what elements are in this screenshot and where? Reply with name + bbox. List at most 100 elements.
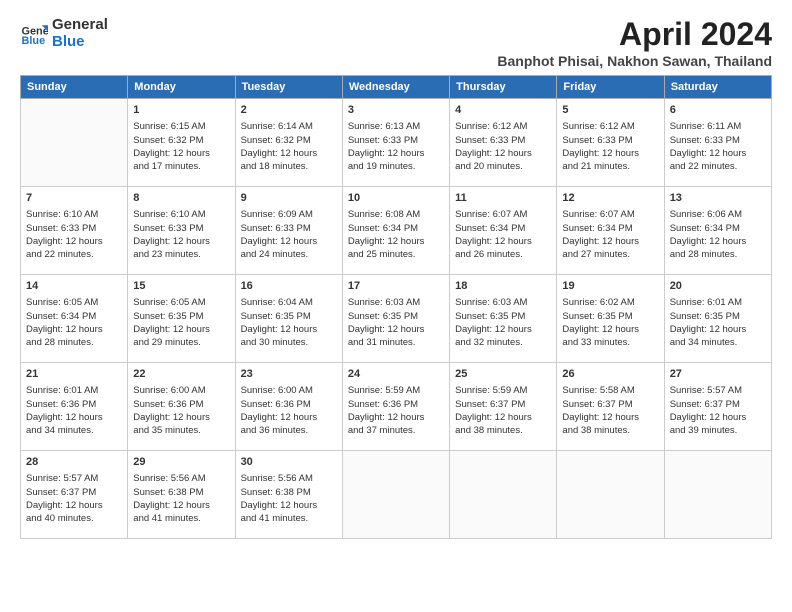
day-number: 23: [241, 367, 337, 382]
day-info: Sunrise: 6:04 AM Sunset: 6:35 PM Dayligh…: [241, 296, 337, 349]
calendar-cell: 16 Sunrise: 6:04 AM Sunset: 6:35 PM Dayli…: [235, 275, 342, 363]
day-number: 6: [670, 103, 766, 118]
day-info: Sunrise: 6:10 AM Sunset: 6:33 PM Dayligh…: [26, 208, 122, 261]
day-info: Sunrise: 6:00 AM Sunset: 6:36 PM Dayligh…: [133, 384, 229, 437]
logo-general: General: [52, 16, 108, 33]
day-info: Sunrise: 5:59 AM Sunset: 6:37 PM Dayligh…: [455, 384, 551, 437]
day-info: Sunrise: 6:03 AM Sunset: 6:35 PM Dayligh…: [455, 296, 551, 349]
calendar-cell: 25 Sunrise: 5:59 AM Sunset: 6:37 PM Dayli…: [450, 363, 557, 451]
calendar-cell: 6 Sunrise: 6:11 AM Sunset: 6:33 PM Daylig…: [664, 99, 771, 187]
day-info: Sunrise: 6:07 AM Sunset: 6:34 PM Dayligh…: [455, 208, 551, 261]
calendar-cell: 27 Sunrise: 5:57 AM Sunset: 6:37 PM Dayli…: [664, 363, 771, 451]
calendar-cell: [557, 451, 664, 539]
day-info: Sunrise: 6:10 AM Sunset: 6:33 PM Dayligh…: [133, 208, 229, 261]
day-number: 19: [562, 279, 658, 294]
calendar-cell: [664, 451, 771, 539]
day-number: 20: [670, 279, 766, 294]
calendar-cell: 24 Sunrise: 5:59 AM Sunset: 6:36 PM Dayli…: [342, 363, 449, 451]
calendar-cell: 29 Sunrise: 5:56 AM Sunset: 6:38 PM Dayli…: [128, 451, 235, 539]
week-row-2: 7 Sunrise: 6:10 AM Sunset: 6:33 PM Daylig…: [21, 187, 772, 275]
calendar-cell: [342, 451, 449, 539]
day-info: Sunrise: 5:56 AM Sunset: 6:38 PM Dayligh…: [133, 472, 229, 525]
day-number: 29: [133, 455, 229, 470]
calendar-cell: 17Sunrise: 6:03 AM Sunset: 6:35 PM Dayli…: [342, 275, 449, 363]
weekday-header-sunday: Sunday: [21, 76, 128, 99]
day-info: Sunrise: 5:57 AM Sunset: 6:37 PM Dayligh…: [26, 472, 122, 525]
calendar-cell: 22 Sunrise: 6:00 AM Sunset: 6:36 PM Dayli…: [128, 363, 235, 451]
day-info: Sunrise: 6:06 AM Sunset: 6:34 PM Dayligh…: [670, 208, 766, 261]
day-number: 18: [455, 279, 551, 294]
day-number: 14: [26, 279, 122, 294]
day-number: 12: [562, 191, 658, 206]
calendar-cell: 4 Sunrise: 6:12 AM Sunset: 6:33 PM Daylig…: [450, 99, 557, 187]
calendar-cell: 15 Sunrise: 6:05 AM Sunset: 6:35 PM Dayli…: [128, 275, 235, 363]
calendar-cell: 28 Sunrise: 5:57 AM Sunset: 6:37 PM Dayli…: [21, 451, 128, 539]
day-info: Sunrise: 6:00 AM Sunset: 6:36 PM Dayligh…: [241, 384, 337, 437]
day-info: Sunrise: 6:12 AM Sunset: 6:33 PM Dayligh…: [455, 120, 551, 173]
logo-icon: General Blue: [20, 19, 48, 47]
day-info: Sunrise: 5:57 AM Sunset: 6:37 PM Dayligh…: [670, 384, 766, 437]
week-row-1: 1Sunrise: 6:15 AM Sunset: 6:32 PM Daylig…: [21, 99, 772, 187]
calendar-cell: [21, 99, 128, 187]
calendar-cell: 14 Sunrise: 6:05 AM Sunset: 6:34 PM Dayli…: [21, 275, 128, 363]
day-number: 4: [455, 103, 551, 118]
weekday-header-friday: Friday: [557, 76, 664, 99]
day-info: Sunrise: 6:05 AM Sunset: 6:35 PM Dayligh…: [133, 296, 229, 349]
day-number: 9: [241, 191, 337, 206]
weekday-header-monday: Monday: [128, 76, 235, 99]
week-row-4: 21Sunrise: 6:01 AM Sunset: 6:36 PM Dayli…: [21, 363, 772, 451]
calendar-cell: 7 Sunrise: 6:10 AM Sunset: 6:33 PM Daylig…: [21, 187, 128, 275]
calendar-cell: 5Sunrise: 6:12 AM Sunset: 6:33 PM Daylig…: [557, 99, 664, 187]
day-number: 3: [348, 103, 444, 118]
calendar-cell: 20 Sunrise: 6:01 AM Sunset: 6:35 PM Dayli…: [664, 275, 771, 363]
week-row-3: 14 Sunrise: 6:05 AM Sunset: 6:34 PM Dayli…: [21, 275, 772, 363]
calendar-table: SundayMondayTuesdayWednesdayThursdayFrid…: [20, 75, 772, 539]
day-number: 25: [455, 367, 551, 382]
day-number: 7: [26, 191, 122, 206]
week-row-5: 28 Sunrise: 5:57 AM Sunset: 6:37 PM Dayli…: [21, 451, 772, 539]
calendar-cell: 1Sunrise: 6:15 AM Sunset: 6:32 PM Daylig…: [128, 99, 235, 187]
day-info: Sunrise: 6:02 AM Sunset: 6:35 PM Dayligh…: [562, 296, 658, 349]
calendar-cell: 2Sunrise: 6:14 AM Sunset: 6:32 PM Daylig…: [235, 99, 342, 187]
day-number: 28: [26, 455, 122, 470]
day-number: 13: [670, 191, 766, 206]
weekday-header-saturday: Saturday: [664, 76, 771, 99]
day-number: 5: [562, 103, 658, 118]
day-info: Sunrise: 6:05 AM Sunset: 6:34 PM Dayligh…: [26, 296, 122, 349]
calendar-cell: 18 Sunrise: 6:03 AM Sunset: 6:35 PM Dayli…: [450, 275, 557, 363]
day-number: 24: [348, 367, 444, 382]
day-info: Sunrise: 6:07 AM Sunset: 6:34 PM Dayligh…: [562, 208, 658, 261]
day-info: Sunrise: 5:56 AM Sunset: 6:38 PM Dayligh…: [241, 472, 337, 525]
day-info: Sunrise: 6:01 AM Sunset: 6:35 PM Dayligh…: [670, 296, 766, 349]
svg-text:Blue: Blue: [22, 35, 46, 47]
calendar-cell: 12 Sunrise: 6:07 AM Sunset: 6:34 PM Dayli…: [557, 187, 664, 275]
calendar-cell: 13 Sunrise: 6:06 AM Sunset: 6:34 PM Dayli…: [664, 187, 771, 275]
calendar-cell: 10Sunrise: 6:08 AM Sunset: 6:34 PM Dayli…: [342, 187, 449, 275]
day-info: Sunrise: 5:59 AM Sunset: 6:36 PM Dayligh…: [348, 384, 444, 437]
calendar-cell: 30 Sunrise: 5:56 AM Sunset: 6:38 PM Dayli…: [235, 451, 342, 539]
day-info: Sunrise: 6:11 AM Sunset: 6:33 PM Dayligh…: [670, 120, 766, 173]
day-number: 30: [241, 455, 337, 470]
day-number: 16: [241, 279, 337, 294]
header: General Blue General Blue April 2024 Ban…: [20, 16, 772, 69]
day-number: 21: [26, 367, 122, 382]
day-number: 17: [348, 279, 444, 294]
day-number: 15: [133, 279, 229, 294]
weekday-header-thursday: Thursday: [450, 76, 557, 99]
calendar-cell: 9Sunrise: 6:09 AM Sunset: 6:33 PM Daylig…: [235, 187, 342, 275]
day-number: 26: [562, 367, 658, 382]
calendar-cell: 23 Sunrise: 6:00 AM Sunset: 6:36 PM Dayli…: [235, 363, 342, 451]
weekday-header-row: SundayMondayTuesdayWednesdayThursdayFrid…: [21, 76, 772, 99]
day-number: 22: [133, 367, 229, 382]
month-title: April 2024: [497, 16, 772, 53]
calendar-cell: 11Sunrise: 6:07 AM Sunset: 6:34 PM Dayli…: [450, 187, 557, 275]
logo-blue: Blue: [52, 33, 108, 50]
day-info: Sunrise: 6:13 AM Sunset: 6:33 PM Dayligh…: [348, 120, 444, 173]
day-number: 2: [241, 103, 337, 118]
calendar-body: 1Sunrise: 6:15 AM Sunset: 6:32 PM Daylig…: [21, 99, 772, 539]
calendar-cell: 19 Sunrise: 6:02 AM Sunset: 6:35 PM Dayli…: [557, 275, 664, 363]
calendar-cell: 3 Sunrise: 6:13 AM Sunset: 6:33 PM Daylig…: [342, 99, 449, 187]
day-number: 27: [670, 367, 766, 382]
title-block: April 2024 Banphot Phisai, Nakhon Sawan,…: [497, 16, 772, 69]
weekday-header-tuesday: Tuesday: [235, 76, 342, 99]
